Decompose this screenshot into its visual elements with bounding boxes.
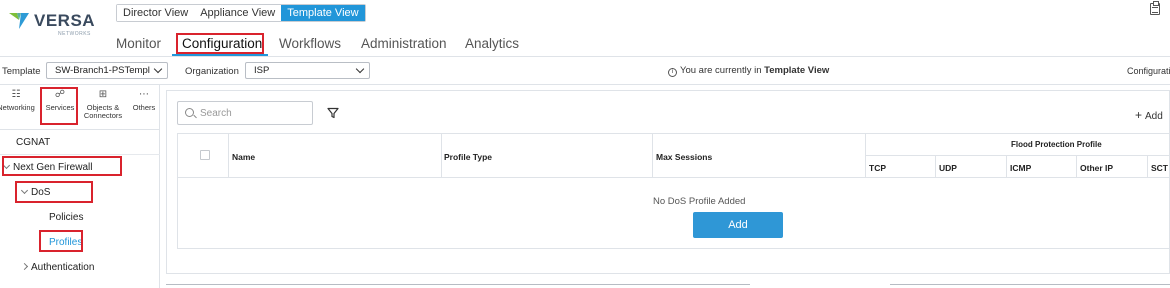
configuration-label-right: Configuratio: [1127, 66, 1170, 76]
more-icon: ⋯: [139, 89, 149, 100]
chevron-down-icon: [153, 64, 163, 74]
organization-select[interactable]: ISP: [245, 62, 370, 79]
col-divider: [865, 134, 866, 177]
nav-workflows[interactable]: Workflows: [279, 36, 341, 51]
select-all-checkbox[interactable]: [200, 150, 210, 160]
add-link[interactable]: + Add: [1135, 108, 1163, 122]
template-label: Template: [2, 66, 41, 77]
search-icon: [185, 108, 194, 117]
col-divider: [441, 134, 442, 177]
template-select[interactable]: SW-Branch1-PSTempl: [46, 62, 168, 79]
nav-monitor[interactable]: Monitor: [116, 36, 161, 51]
template-bar: Template SW-Branch1-PSTempl Organization…: [0, 57, 1170, 85]
versa-logo-icon: [9, 13, 29, 29]
configuration-highlight-box: [176, 33, 264, 54]
tree-item-authentication-label: Authentication: [31, 262, 95, 273]
tab-objects-label-2: Connectors: [83, 111, 123, 120]
view-switch: Director View Appliance View Template Vi…: [116, 4, 366, 22]
objects-icon: ⊞: [98, 89, 108, 100]
dos-profiles-table: Name Profile Type Max Sessions Flood Pro…: [177, 133, 1170, 249]
tree-item-authentication[interactable]: Authentication: [20, 262, 95, 273]
bottom-divider: [166, 284, 750, 285]
column-header-udp[interactable]: UDP: [939, 163, 957, 173]
template-view-button[interactable]: Template View: [281, 5, 365, 21]
template-select-value: SW-Branch1-PSTempl: [55, 65, 150, 76]
left-panel-tabs: ☷ Networking ☍ Services ⊞ Objects & Conn…: [0, 85, 160, 130]
column-header-tcp[interactable]: TCP: [869, 163, 886, 173]
table-header-bottom: [178, 177, 1170, 178]
chevron-down-icon: [355, 64, 365, 74]
col-divider: [652, 134, 653, 177]
versa-logo: VERSA NETWORKS: [8, 8, 95, 40]
info-icon: i: [668, 68, 677, 77]
nav-administration[interactable]: Administration: [361, 36, 447, 51]
search-box[interactable]: [177, 101, 313, 125]
director-view-button[interactable]: Director View: [117, 5, 195, 21]
bottom-divider: [890, 284, 1170, 285]
organization-label: Organization: [185, 66, 239, 77]
plus-icon: +: [1135, 108, 1143, 122]
organization-select-value: ISP: [254, 65, 270, 76]
tab-networking-label: Networking: [0, 103, 35, 112]
tree-item-cgnat[interactable]: CGNAT: [16, 137, 50, 148]
left-panel: ☷ Networking ☍ Services ⊞ Objects & Conn…: [0, 85, 160, 288]
col-divider: [935, 155, 936, 177]
empty-state-message: No DoS Profile Added: [653, 196, 746, 207]
nav-analytics[interactable]: Analytics: [465, 36, 519, 51]
tab-others[interactable]: ⋯ Others: [128, 89, 160, 112]
clipboard-icon[interactable]: [1150, 1, 1160, 15]
template-view-notice: i You are currently in Template View: [668, 65, 829, 77]
ngfw-highlight-box: [2, 156, 122, 176]
col-divider: [1076, 155, 1077, 177]
column-header-name[interactable]: Name: [232, 152, 255, 162]
add-link-label: Add: [1145, 111, 1163, 122]
info-view-name: Template View: [764, 65, 830, 76]
column-header-other-ip[interactable]: Other IP: [1080, 163, 1113, 173]
column-group-flood-protection: Flood Protection Profile: [1011, 140, 1102, 149]
filter-icon[interactable]: [327, 107, 339, 119]
appliance-view-button[interactable]: Appliance View: [194, 5, 282, 21]
chevron-right-icon: [20, 262, 29, 271]
logo-subtitle: NETWORKS: [58, 31, 91, 37]
tab-networking[interactable]: ☷ Networking: [0, 89, 38, 112]
column-header-sctp[interactable]: SCT: [1151, 163, 1168, 173]
column-header-icmp[interactable]: ICMP: [1010, 163, 1031, 173]
dos-highlight-box: [15, 181, 93, 203]
logo-brand: VERSA: [34, 11, 96, 30]
flood-group-divider: [865, 155, 1170, 156]
col-divider: [228, 134, 229, 177]
tab-others-label: Others: [132, 103, 156, 112]
tree-divider: [0, 154, 160, 155]
col-divider: [1006, 155, 1007, 177]
content-panel: +Add Name Profile Type Max Sessions Floo…: [166, 90, 1170, 274]
network-icon: ☷: [11, 89, 21, 100]
tab-objects-connectors[interactable]: ⊞ Objects & Connectors: [80, 89, 126, 120]
column-header-profile-type[interactable]: Profile Type: [444, 152, 492, 162]
tree-item-policies[interactable]: Policies: [49, 212, 83, 223]
add-profile-button[interactable]: Add: [693, 212, 783, 238]
col-divider: [1147, 155, 1148, 177]
info-prefix: You are currently in: [680, 65, 762, 76]
column-header-max-sessions[interactable]: Max Sessions: [656, 152, 712, 162]
search-input[interactable]: [200, 106, 300, 120]
profiles-highlight-box: [39, 230, 83, 252]
services-highlight-box: [40, 87, 78, 125]
